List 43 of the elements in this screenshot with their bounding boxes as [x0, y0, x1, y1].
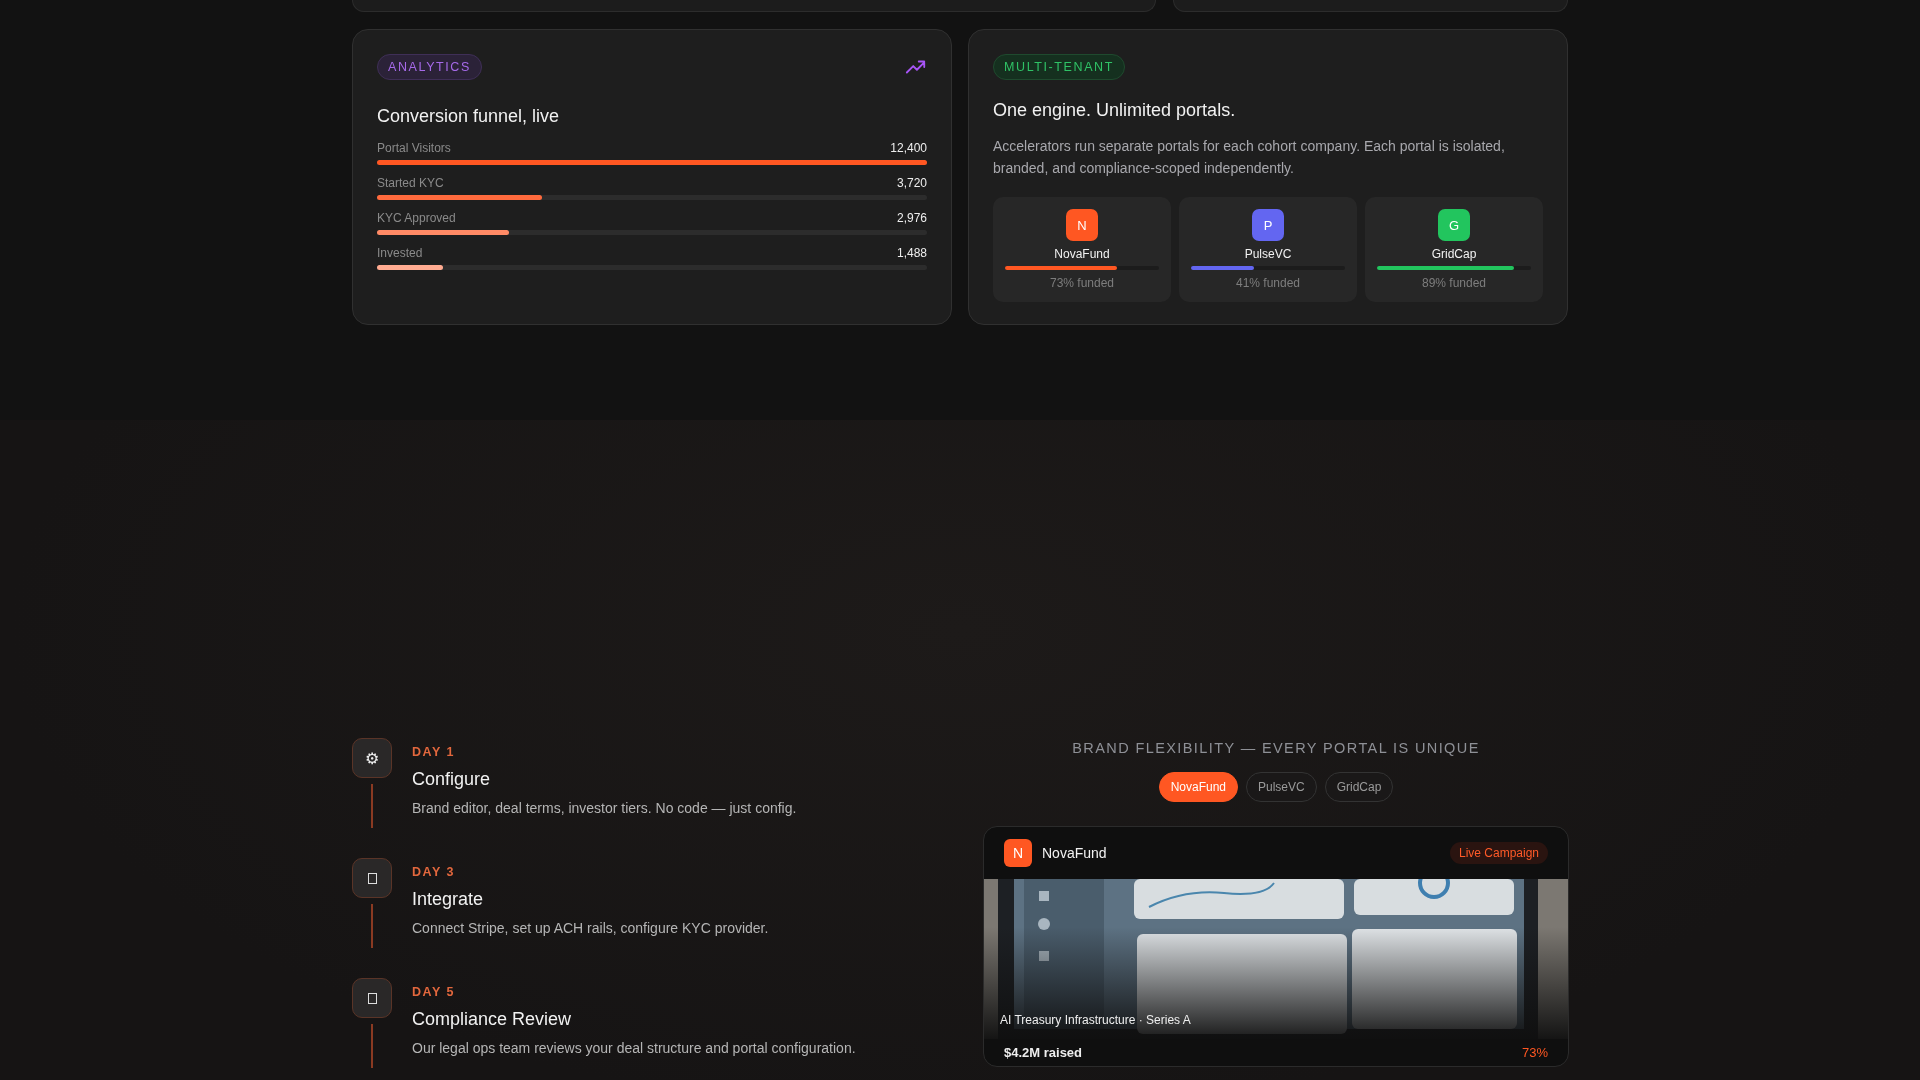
funded-label: 89% funded — [1421, 276, 1487, 290]
funnel-value: 12,400 — [890, 141, 927, 155]
square-icon — [352, 858, 392, 898]
square-icon — [352, 978, 392, 1018]
portal-logo: P — [1252, 209, 1284, 241]
funnel-value: 1,488 — [896, 246, 927, 260]
funnel-value: 2,976 — [896, 211, 927, 225]
card-title: Conversion funnel, live — [377, 106, 561, 127]
portal-name: NovaFund — [1042, 845, 1107, 861]
funded-label: 41% funded — [1235, 276, 1301, 290]
funnel-label: Portal Visitors — [377, 141, 451, 155]
portal-logo: G — [1438, 209, 1470, 241]
funnel-label: Invested — [377, 246, 423, 260]
section-heading: BRAND FLEXIBILITY — EVERY PORTAL IS UNIQUE — [1072, 740, 1480, 756]
card-title: One engine. Unlimited portals. — [993, 100, 1237, 121]
step-title: Integrate — [412, 889, 485, 910]
funnel-label: Started KYC — [377, 176, 444, 190]
step-day: DAY 1 — [412, 745, 797, 759]
raised-amount: $4.2M raised — [1004, 1045, 1083, 1060]
step-day: DAY 5 — [412, 985, 856, 999]
portal-logo: N — [1004, 839, 1032, 867]
portal-tab[interactable]: PulseVC — [1246, 772, 1317, 802]
portal-tab[interactable]: GridCap — [1324, 772, 1394, 802]
funnel-label: KYC Approved — [377, 211, 456, 225]
card-description: Accelerators run separate portals for each cohort company. Each portal is isolated, branded, and compliance-scoped independently. — [993, 137, 1506, 178]
status-badge: Live Campaign — [1449, 842, 1548, 864]
portal-logo: N — [1066, 209, 1098, 241]
funded-label: 73% funded — [1049, 276, 1115, 290]
step-description: Brand editor, deal terms, investor tiers. No code — just config. — [412, 800, 797, 816]
step-title: Compliance Review — [412, 1009, 573, 1030]
step-description: Our legal ops team reviews your deal structure and portal configuration. — [412, 1040, 856, 1056]
portal-name: PulseVC — [1244, 247, 1292, 261]
analytics-badge: ANALYTICS — [377, 54, 482, 80]
multi-tenant-badge: MULTI-TENANT — [993, 54, 1125, 80]
portal-name: GridCap — [1431, 247, 1477, 261]
campaign-caption: AI Treasury Infrastructure · Series A — [1000, 1013, 1191, 1027]
gear-icon: ⚙ — [352, 738, 392, 778]
portal-name: NovaFund — [1054, 247, 1110, 261]
funnel-value: 3,720 — [896, 176, 927, 190]
step-title: Configure — [412, 769, 492, 790]
step-day: DAY 3 — [412, 865, 769, 879]
funded-percent: 73% — [1521, 1045, 1548, 1060]
step-description: Connect Stripe, set up ACH rails, configure KYC provider. — [412, 920, 769, 936]
